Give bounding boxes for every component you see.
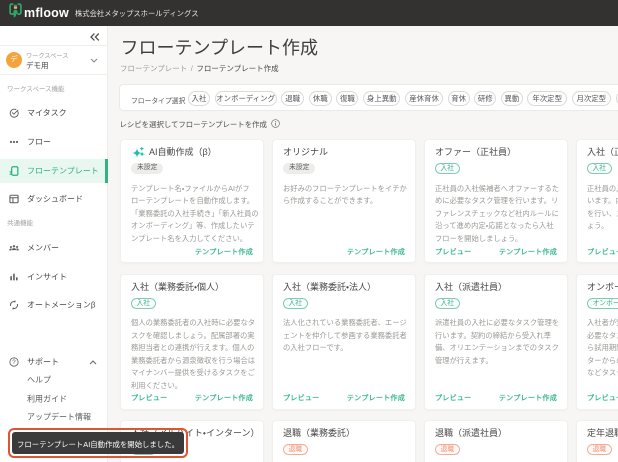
svg-text:?: ? — [12, 359, 16, 366]
